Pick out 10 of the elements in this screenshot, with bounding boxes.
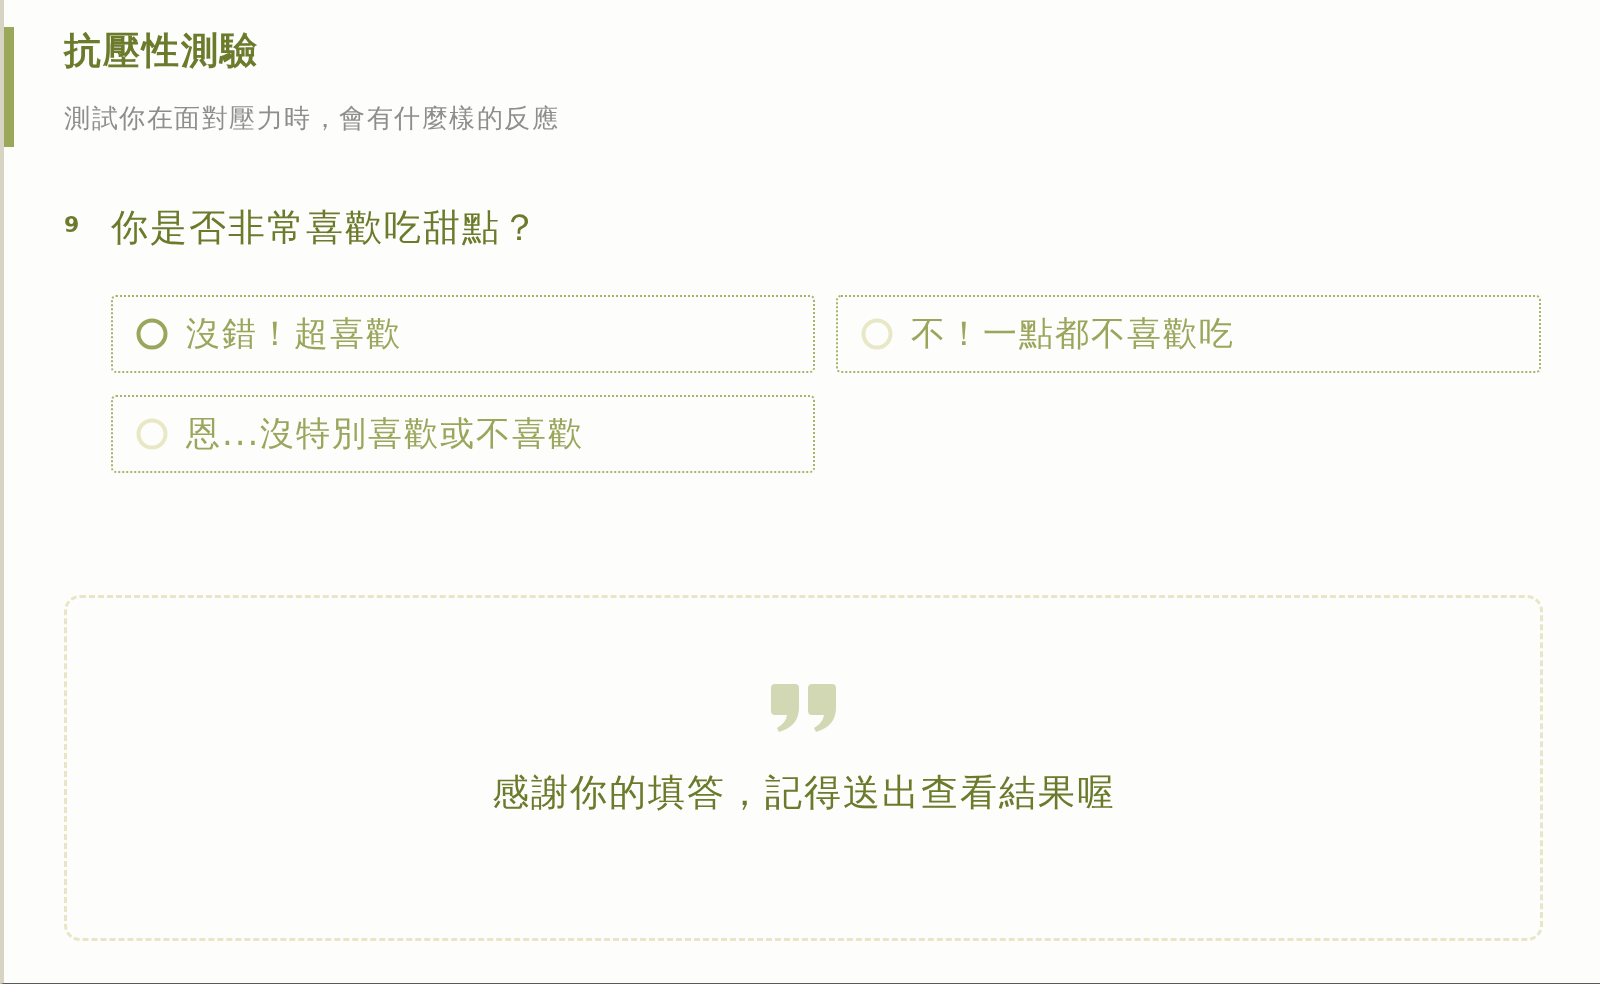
- completion-message: 感謝你的填答，記得送出查看結果喔: [491, 770, 1116, 816]
- question-text: 你是否非常喜歡吃甜點？: [111, 205, 540, 251]
- answer-option[interactable]: 不！一點都不喜歡吃: [836, 295, 1541, 373]
- answer-option[interactable]: 沒錯！超喜歡: [111, 295, 815, 373]
- radio-button[interactable]: [136, 318, 168, 350]
- quiz-title: 抗壓性測驗: [64, 29, 260, 73]
- question-number: 9: [64, 211, 81, 237]
- answer-option[interactable]: 恩...沒特別喜歡或不喜歡: [111, 395, 815, 473]
- quiz-subtitle: 測試你在面對壓力時，會有什麼樣的反應: [64, 102, 559, 135]
- quote-icon: [770, 684, 837, 732]
